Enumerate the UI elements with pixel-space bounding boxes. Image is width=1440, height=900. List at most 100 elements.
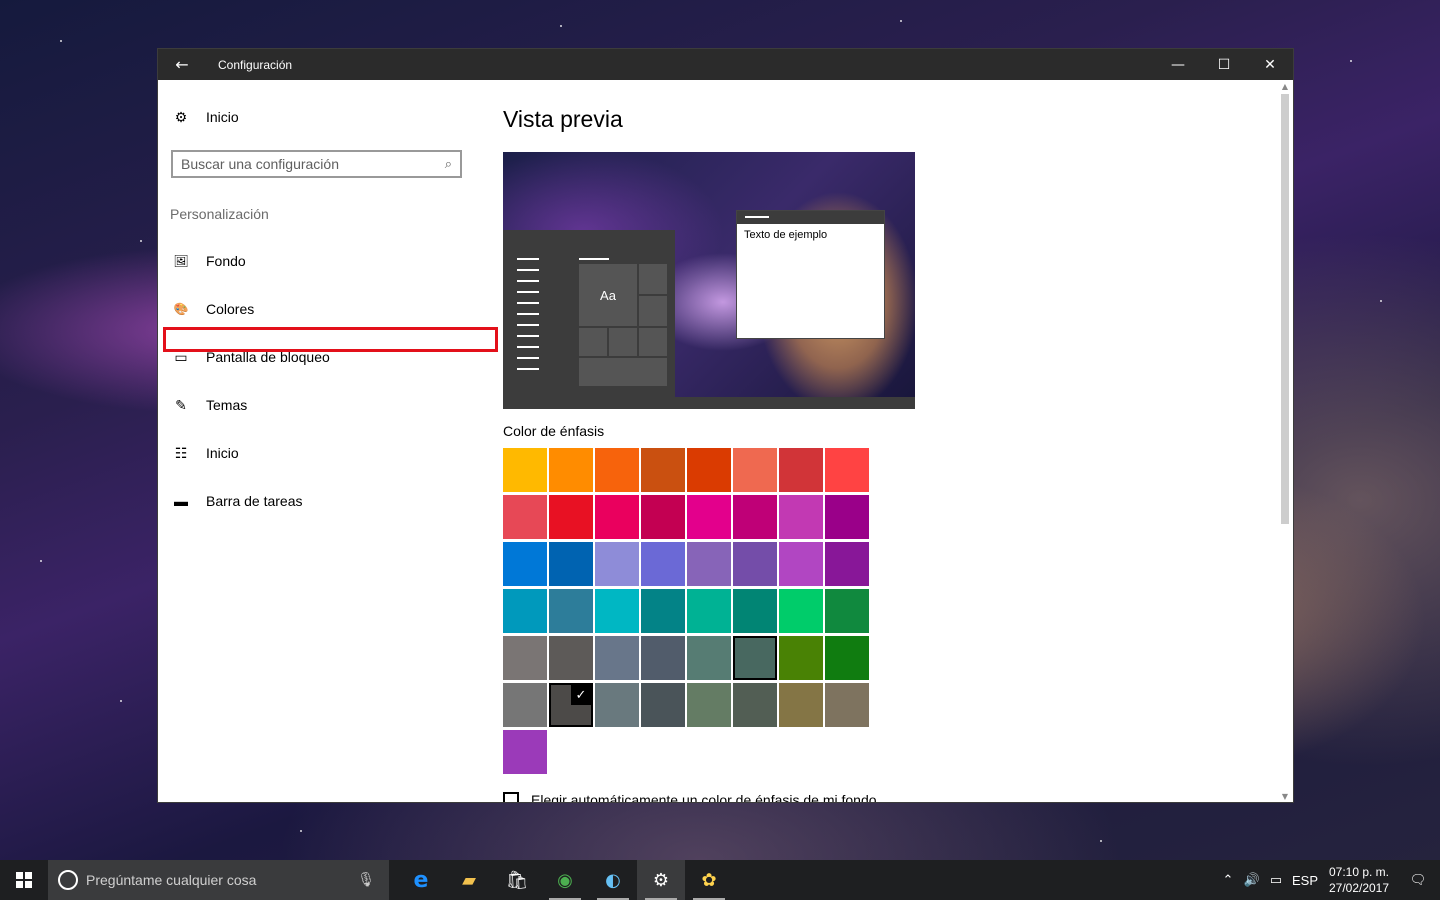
edge-icon[interactable]: e xyxy=(397,860,445,900)
accent-swatch[interactable] xyxy=(733,448,777,492)
accent-swatch[interactable] xyxy=(733,636,777,680)
gear-icon: ⚙ xyxy=(174,108,188,125)
accent-swatch[interactable] xyxy=(549,589,593,633)
accent-swatch[interactable] xyxy=(687,448,731,492)
accent-swatch[interactable] xyxy=(641,683,685,727)
accent-swatch[interactable] xyxy=(779,683,823,727)
accent-swatch[interactable] xyxy=(503,542,547,586)
search-icon[interactable]: ⌕ xyxy=(445,156,452,172)
accent-swatch[interactable] xyxy=(641,589,685,633)
accent-swatch[interactable] xyxy=(503,636,547,680)
title-bar: ← Configuración — ☐ ✕ xyxy=(158,49,1293,80)
accent-swatch[interactable]: ✓ xyxy=(549,683,593,727)
accent-swatch[interactable] xyxy=(687,589,731,633)
paint-icon[interactable]: ✿ xyxy=(685,860,733,900)
taskbar-search-input[interactable]: Pregúntame cualquier cosa 🎙 xyxy=(48,860,389,900)
close-button[interactable]: ✕ xyxy=(1247,49,1293,80)
accent-swatch[interactable] xyxy=(595,683,639,727)
chevron-up-icon[interactable]: ⌃ xyxy=(1216,872,1240,888)
accent-swatch[interactable] xyxy=(825,448,869,492)
auto-accent-checkbox[interactable] xyxy=(503,792,519,802)
network-icon[interactable]: ▭ xyxy=(1264,872,1288,888)
back-arrow-icon[interactable]: ← xyxy=(158,49,206,80)
accent-swatch[interactable] xyxy=(595,542,639,586)
sidebar-item-label: Barra de tareas xyxy=(206,493,303,509)
clock[interactable]: 07:10 p. m. 27/02/2017 xyxy=(1322,864,1396,896)
accent-swatch[interactable] xyxy=(595,636,639,680)
microphone-icon[interactable]: 🎙 xyxy=(357,871,375,888)
accent-swatch[interactable] xyxy=(687,542,731,586)
accent-swatch[interactable] xyxy=(641,542,685,586)
chrome-icon[interactable]: ◉ xyxy=(541,860,589,900)
minimize-button[interactable]: — xyxy=(1155,49,1201,80)
accent-swatch[interactable] xyxy=(779,636,823,680)
taskbar: Pregúntame cualquier cosa 🎙 e ▰ 🛍 ◉ ◐ ⚙ … xyxy=(0,860,1440,900)
accent-swatch[interactable] xyxy=(779,448,823,492)
preview-start-menu: Aa xyxy=(503,230,675,397)
preview-image: Aa Texto de ejemplo xyxy=(503,152,915,409)
nav-home[interactable]: ⚙ Inicio xyxy=(170,104,239,130)
steam-icon[interactable]: ◐ xyxy=(589,860,637,900)
taskbar-icon: ▬ xyxy=(174,493,188,509)
scroll-down-icon[interactable]: ▼ xyxy=(1279,790,1291,802)
sidebar-item-label: Pantalla de bloqueo xyxy=(206,349,330,365)
accent-swatch[interactable] xyxy=(779,589,823,633)
chrome-glyph: ◉ xyxy=(557,869,573,891)
maximize-button[interactable]: ☐ xyxy=(1201,49,1247,80)
accent-swatch[interactable] xyxy=(779,542,823,586)
accent-swatch[interactable] xyxy=(549,636,593,680)
accent-swatch[interactable] xyxy=(595,448,639,492)
sidebar-item-colores[interactable]: 🎨 Colores xyxy=(170,296,255,322)
accent-swatch[interactable] xyxy=(687,495,731,539)
sidebar-item-barra-de-tareas[interactable]: ▬ Barra de tareas xyxy=(170,488,303,514)
accent-swatch[interactable] xyxy=(595,589,639,633)
accent-swatch[interactable] xyxy=(549,495,593,539)
sidebar-item-inicio[interactable]: ☷ Inicio xyxy=(170,440,239,466)
settings-icon[interactable]: ⚙ xyxy=(637,860,685,900)
taskbar-search-placeholder: Pregúntame cualquier cosa xyxy=(86,872,257,888)
accent-swatch[interactable] xyxy=(779,495,823,539)
accent-swatch[interactable] xyxy=(503,495,547,539)
accent-swatch[interactable] xyxy=(549,448,593,492)
accent-swatch[interactable] xyxy=(595,495,639,539)
scroll-thumb[interactable] xyxy=(1281,94,1289,524)
accent-swatch[interactable] xyxy=(687,683,731,727)
file-explorer-icon[interactable]: ▰ xyxy=(445,860,493,900)
accent-swatch[interactable] xyxy=(825,495,869,539)
accent-swatch[interactable] xyxy=(641,636,685,680)
accent-swatch[interactable] xyxy=(503,730,547,774)
accent-swatch[interactable] xyxy=(825,683,869,727)
accent-swatch[interactable] xyxy=(825,636,869,680)
auto-accent-option[interactable]: Elegir automáticamente un color de énfas… xyxy=(503,792,877,802)
start-button[interactable] xyxy=(0,860,48,900)
accent-swatch[interactable] xyxy=(733,589,777,633)
accent-swatch[interactable] xyxy=(549,542,593,586)
store-icon[interactable]: 🛍 xyxy=(493,860,541,900)
accent-swatch[interactable] xyxy=(641,448,685,492)
sidebar-item-pantalla-de-bloqueo[interactable]: ▭ Pantalla de bloqueo xyxy=(170,344,330,370)
sidebar-item-label: Inicio xyxy=(206,445,239,461)
system-tray: ⌃ 🔊 ▭ ESP 07:10 p. m. 27/02/2017 🗨 xyxy=(1216,860,1440,900)
accent-swatch[interactable] xyxy=(733,495,777,539)
sidebar-item-label: Colores xyxy=(206,301,255,317)
lock-screen-icon: ▭ xyxy=(174,348,188,365)
accent-swatch[interactable] xyxy=(733,542,777,586)
action-center-icon[interactable]: 🗨 xyxy=(1396,872,1440,888)
accent-swatch[interactable] xyxy=(733,683,777,727)
scrollbar[interactable]: ▲ ▼ xyxy=(1279,80,1291,802)
language-indicator[interactable]: ESP xyxy=(1288,873,1322,888)
sidebar-item-fondo[interactable]: 🖼 Fondo xyxy=(170,248,245,274)
sidebar-item-temas[interactable]: ✎ Temas xyxy=(170,392,247,418)
accent-swatch[interactable] xyxy=(503,448,547,492)
accent-swatch[interactable] xyxy=(825,542,869,586)
volume-icon[interactable]: 🔊 xyxy=(1240,872,1264,888)
accent-swatch[interactable] xyxy=(503,683,547,727)
settings-window: ← Configuración — ☐ ✕ ⚙ Inicio Buscar un… xyxy=(158,49,1293,802)
accent-swatch[interactable] xyxy=(825,589,869,633)
accent-swatch[interactable] xyxy=(503,589,547,633)
accent-swatch[interactable] xyxy=(641,495,685,539)
search-input[interactable]: Buscar una configuración ⌕ xyxy=(171,150,462,178)
start-icon: ☷ xyxy=(174,444,188,461)
scroll-up-icon[interactable]: ▲ xyxy=(1279,80,1291,92)
accent-swatch[interactable] xyxy=(687,636,731,680)
